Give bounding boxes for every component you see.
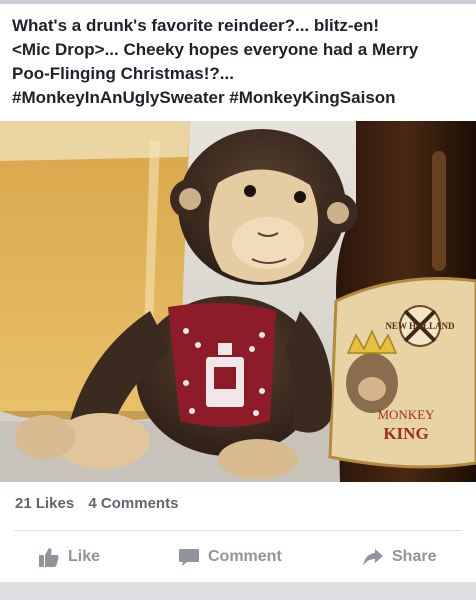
share-button[interactable]: Share — [362, 536, 436, 578]
comments-count[interactable]: 4 Comments — [88, 495, 178, 512]
share-arrow-icon — [362, 546, 384, 568]
caption-line: <Mic Drop>... Cheeky hopes everyone had … — [12, 40, 419, 59]
bottom-divider-strip — [0, 582, 476, 600]
label-title-line2: KING — [383, 424, 428, 443]
caption-line: What's a drunk's favorite reindeer?... b… — [12, 16, 380, 35]
caption-line: Poo-Flinging Christmas!?... — [12, 64, 234, 83]
post-actions-bar: Like Comment Share — [0, 536, 476, 578]
caption-hashtags[interactable]: #MonkeyInAnUglySweater #MonkeyKingSaison — [12, 86, 468, 110]
engagement-counts: 21 Likes 4 Comments — [15, 495, 188, 517]
photo-illustration: NEW HOLLAND MONKEY KING — [0, 121, 476, 482]
post-caption: What's a drunk's favorite reindeer?... b… — [12, 14, 468, 110]
bottle-label: NEW HOLLAND MONKEY KING — [328, 277, 476, 469]
label-title-line1: MONKEY — [377, 407, 435, 422]
comment-label: Comment — [208, 548, 282, 565]
comment-bubble-icon — [178, 546, 200, 568]
actions-divider — [14, 530, 462, 531]
top-divider-strip — [0, 0, 476, 4]
like-button[interactable]: Like — [38, 536, 100, 578]
label-brand: NEW HOLLAND — [385, 321, 455, 331]
like-label: Like — [68, 548, 101, 565]
thumbs-up-icon — [38, 546, 60, 568]
share-label: Share — [392, 548, 437, 565]
comment-button[interactable]: Comment — [178, 536, 282, 578]
post-photo[interactable]: NEW HOLLAND MONKEY KING — [0, 121, 476, 482]
likes-count[interactable]: 21 Likes — [15, 495, 74, 512]
